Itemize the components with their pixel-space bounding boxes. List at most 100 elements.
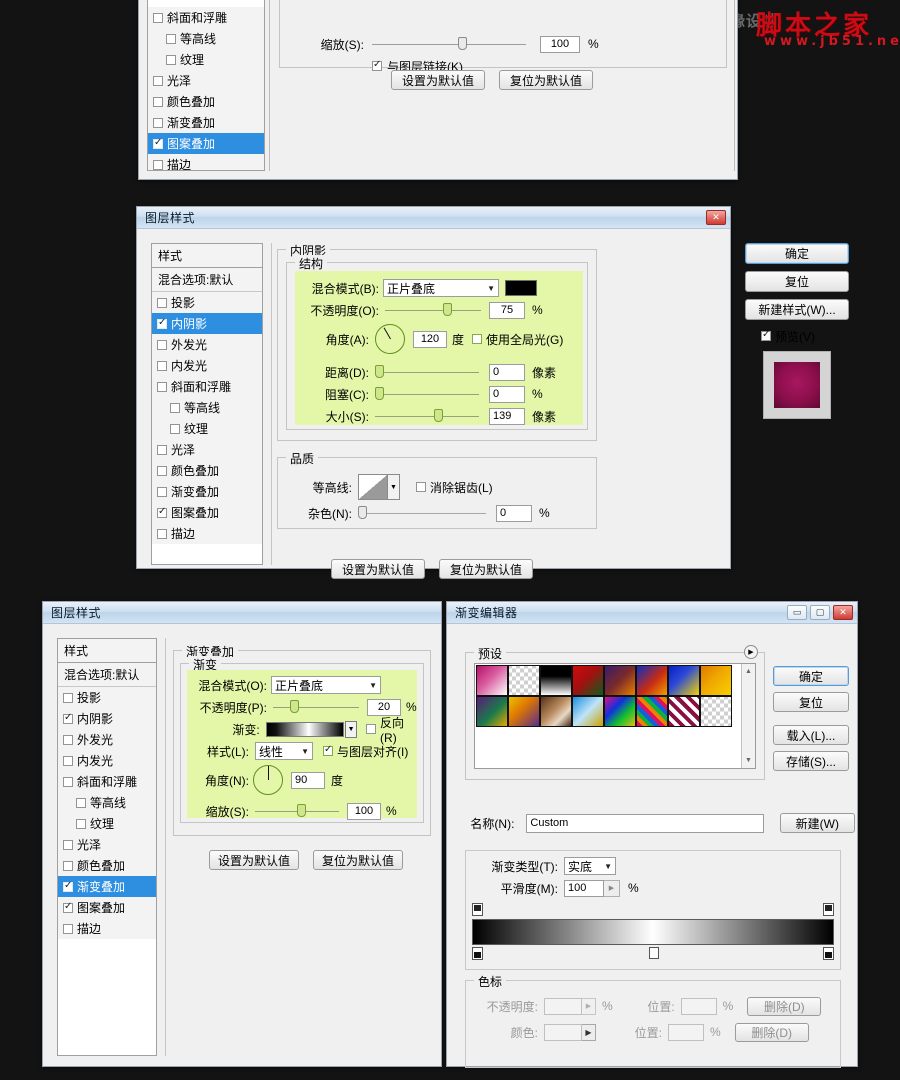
scroll-down-icon[interactable]: ▼ [742,757,755,764]
gradient-stop-opacity-right[interactable] [823,903,834,916]
gradient-preset-swatch[interactable] [572,696,604,727]
blend-color-swatch[interactable] [505,280,537,296]
effect-checkbox[interactable] [153,117,163,128]
minimize-icon[interactable]: ▭ [787,605,807,620]
sidebar-item-4[interactable]: 颜色叠加 [148,91,264,112]
contour-dropdown-button[interactable]: ▼ [388,474,400,500]
dialog3-scale-input[interactable]: 100 [347,802,381,820]
dialog1-reset-default-button[interactable]: 复位为默认值 [499,70,593,90]
effect-checkbox[interactable] [157,506,167,518]
size-slider[interactable] [375,409,479,423]
effect-checkbox[interactable] [63,692,73,703]
presets-menu-button[interactable]: ▶ [744,645,758,659]
dialog2-blending-options[interactable]: 混合选项:默认 [152,268,262,292]
contour-preview[interactable] [358,474,388,500]
dialog2-styles-header[interactable]: 样式 [152,244,262,268]
effect-checkbox[interactable] [170,423,180,434]
angle-dial[interactable] [375,324,405,354]
gradient-save-button[interactable]: 存储(S)... [773,751,849,771]
dialog2-new-style-button[interactable]: 新建样式(W)... [745,299,849,320]
gradient-smooth-input[interactable]: 100 [564,879,604,897]
dialog2-set-default-button[interactable]: 设置为默认值 [331,559,425,579]
gradient-stop-color-right[interactable] [823,947,834,960]
gradient-preset-swatch[interactable] [604,696,636,727]
dialog1-scale-input[interactable]: 100 [540,35,580,53]
sidebar-item-3[interactable]: 内发光 [152,355,262,376]
gradient-preset-swatch[interactable] [636,665,668,696]
effect-checkbox[interactable] [157,339,167,350]
distance-knob[interactable] [375,365,384,378]
stop-position-input-1[interactable] [680,997,717,1015]
reverse-checkbox[interactable] [366,724,377,734]
opacity-input[interactable]: 75 [489,301,525,319]
effect-checkbox[interactable] [63,839,73,850]
choke-knob[interactable] [375,387,384,400]
sidebar-item-11[interactable]: 描边 [152,523,262,544]
gradient-preset-swatch[interactable] [636,696,668,727]
dialog3-titlebar[interactable]: 图层样式 [43,602,441,624]
dialog3-angle-dial[interactable] [253,765,283,795]
sidebar-item-0[interactable]: 投影 [152,292,262,313]
dialog3-set-default-button[interactable]: 设置为默认值 [209,850,299,870]
gradient-preset-swatch[interactable] [572,665,604,696]
effect-checkbox[interactable] [157,360,167,371]
gradient-type-select[interactable]: 实底 ▼ [564,857,616,875]
effect-checkbox[interactable] [170,402,180,413]
effect-checkbox[interactable] [153,96,163,107]
gradient-smooth-stepper[interactable]: ▶ [604,879,620,897]
gradient-preset-swatch[interactable] [476,665,508,696]
stop-color-swatch[interactable] [544,1023,582,1041]
close-icon[interactable]: ✕ [706,210,726,225]
maximize-icon[interactable]: ▢ [810,605,830,620]
delete-opacity-stop-button[interactable]: 删除(D) [747,996,822,1016]
effect-checkbox[interactable] [157,444,167,455]
gradient-bar[interactable] [472,919,834,945]
presets-grid[interactable] [475,664,733,768]
preview-checkbox[interactable] [761,329,771,341]
dialog3-blending-options[interactable]: 混合选项:默认 [58,663,156,687]
gradient-preset-swatch[interactable] [700,696,732,727]
sidebar-item-3[interactable]: 内发光 [58,750,156,771]
opacity-knob[interactable] [442,303,452,316]
dialog2-effects-items[interactable]: 投影内阴影外发光内发光斜面和浮雕等高线纹理光泽颜色叠加渐变叠加图案叠加描边 [152,292,262,544]
effect-checkbox[interactable] [63,776,73,787]
dialog3-footer-buttons[interactable]: 设置为默认值 复位为默认值 [209,850,403,870]
dialog3-effects-items[interactable]: 投影内阴影外发光内发光斜面和浮雕等高线纹理光泽颜色叠加渐变叠加图案叠加描边 [58,687,156,939]
sidebar-item-2[interactable]: 外发光 [152,334,262,355]
dialog1-effects-list[interactable]: 斜面和浮雕等高线纹理光泽颜色叠加渐变叠加图案叠加描边 [147,0,265,171]
dialog2-footer-buttons[interactable]: 设置为默认值 复位为默认值 [331,559,533,579]
dialog3-reset-default-button[interactable]: 复位为默认值 [313,850,403,870]
scroll-up-icon[interactable]: ▲ [742,664,755,675]
distance-slider[interactable] [375,365,479,379]
gradient-preview-bar[interactable] [265,721,345,737]
dialog1-footer-buttons[interactable]: 设置为默认值 复位为默认值 [391,70,593,90]
effect-checkbox[interactable] [76,797,86,808]
sidebar-item-8[interactable]: 颜色叠加 [58,855,156,876]
effect-checkbox[interactable] [76,818,86,829]
opacity-slider[interactable] [385,303,481,317]
global-light-checkbox[interactable] [472,334,483,344]
presets-panel[interactable]: ▲ ▼ [474,663,756,769]
dialog1-scale-slider[interactable] [372,37,526,51]
effect-checkbox[interactable] [63,755,73,766]
gradient-load-button[interactable]: 载入(L)... [773,725,849,745]
sidebar-item-1[interactable]: 内阴影 [58,708,156,729]
blend-mode-select[interactable]: 正片叠底 ▼ [383,279,499,297]
effect-checkbox[interactable] [63,712,73,724]
dialog3-opacity-knob[interactable] [290,700,300,713]
effect-checkbox[interactable] [153,75,163,86]
sidebar-item-5[interactable]: 等高线 [58,792,156,813]
sidebar-item-10[interactable]: 图案叠加 [58,897,156,918]
angle-input[interactable]: 120 [413,330,447,348]
effect-checkbox[interactable] [63,901,73,913]
stop-color-picker-button[interactable]: ▶ [582,1023,596,1041]
gradient-editor-window-buttons[interactable]: ▭ ▢ ✕ [787,605,853,620]
stop-opacity-input[interactable] [544,997,582,1015]
effect-checkbox[interactable] [157,486,167,497]
effect-checkbox[interactable] [63,923,73,934]
gradient-preset-swatch[interactable] [508,665,540,696]
noise-knob[interactable] [358,506,367,519]
effect-checkbox[interactable] [157,465,167,476]
gradient-preset-swatch[interactable] [540,665,572,696]
sidebar-item-8[interactable]: 颜色叠加 [152,460,262,481]
